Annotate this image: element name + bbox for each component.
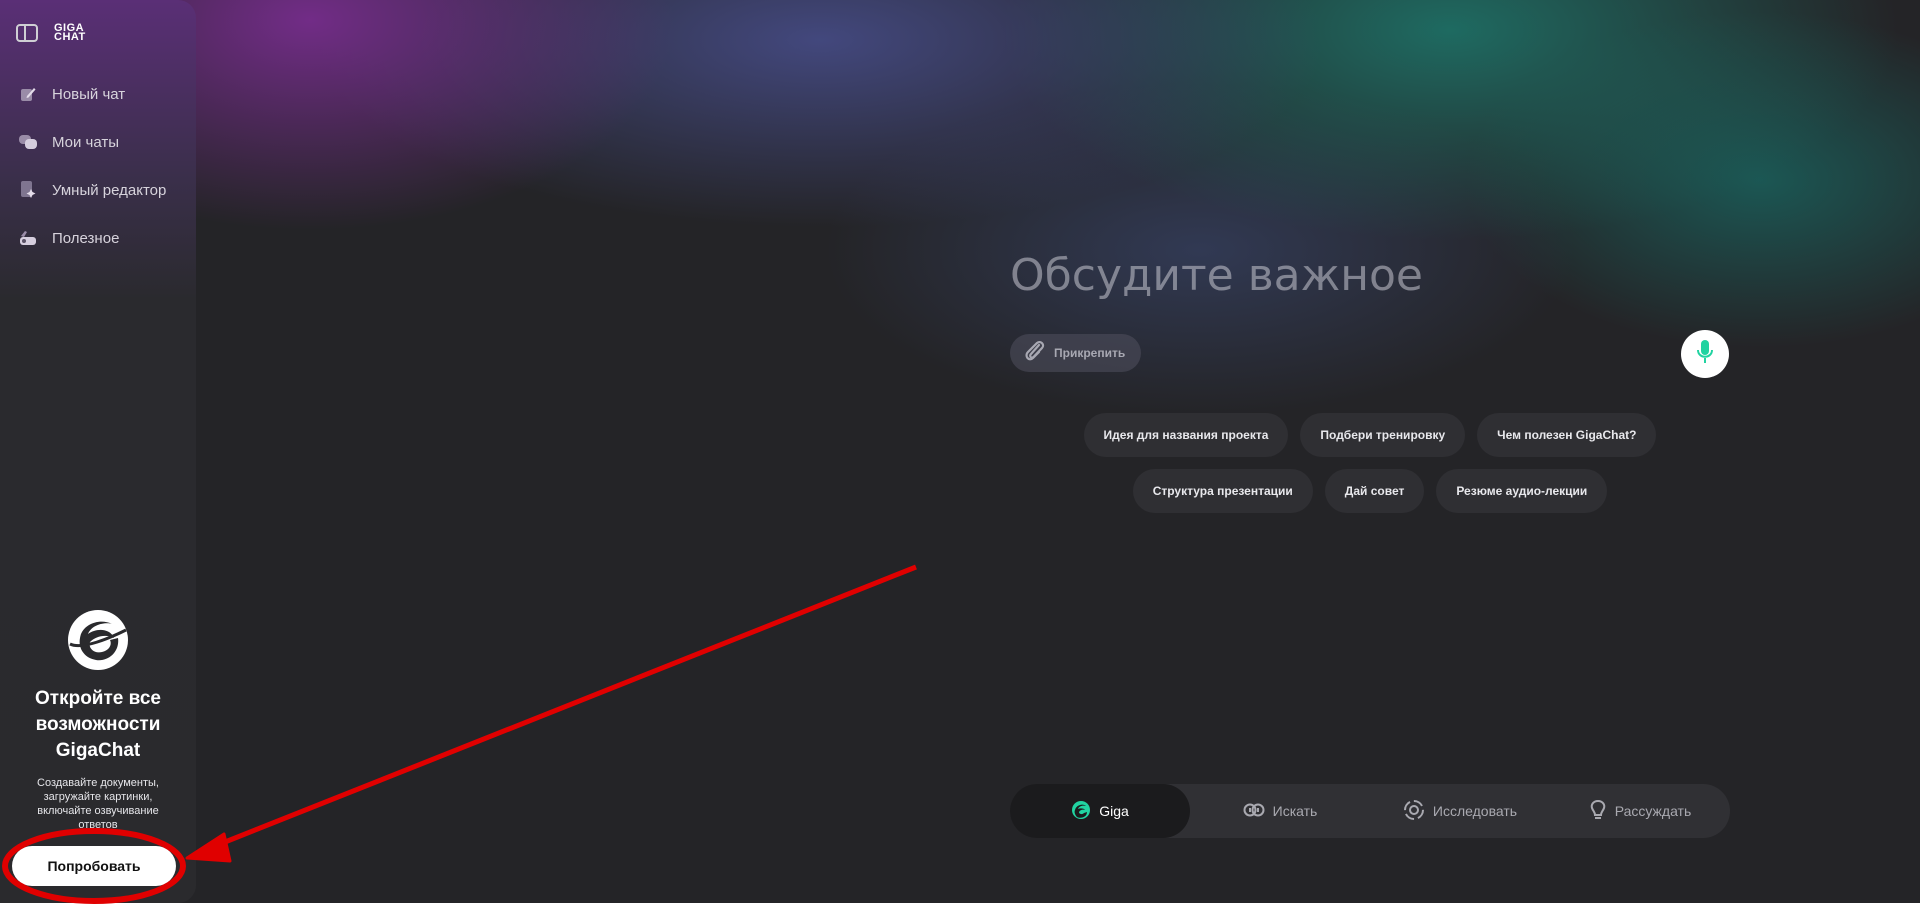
suggestion-row: Структура презентации Дай совет Резюме а… bbox=[1010, 469, 1730, 513]
suggestion-chip[interactable]: Дай совет bbox=[1324, 469, 1425, 513]
sidebar-item-label: Умный редактор bbox=[52, 181, 167, 199]
mode-search[interactable]: Искать bbox=[1190, 784, 1370, 838]
mode-label: Рассуждать bbox=[1614, 803, 1692, 819]
sidebar-item-label: Полезное bbox=[52, 229, 120, 247]
voice-input-button[interactable] bbox=[1681, 330, 1729, 378]
mode-research[interactable]: Исследовать bbox=[1370, 784, 1550, 838]
research-icon bbox=[1403, 799, 1425, 824]
suggestion-chip[interactable]: Подбери тренировку bbox=[1300, 413, 1466, 457]
lightbulb-icon bbox=[1589, 799, 1607, 824]
suggestion-chip[interactable]: Резюме аудио-лекции bbox=[1436, 469, 1608, 513]
chats-icon bbox=[18, 132, 38, 152]
promo-title: Откройте все возможности GigaChat bbox=[35, 688, 161, 761]
try-button[interactable]: Попробовать bbox=[12, 846, 176, 886]
sidebar-item-label: Новый чат bbox=[52, 85, 126, 103]
mode-label: Исследовать bbox=[1432, 803, 1518, 819]
suggestion-row: Идея для названия проекта Подбери тренир… bbox=[1010, 413, 1730, 457]
mode-label: Искать bbox=[1272, 803, 1318, 819]
toggle-sidebar-icon[interactable] bbox=[16, 24, 38, 42]
smart-editor-icon bbox=[18, 180, 38, 200]
mode-reason[interactable]: Рассуждать bbox=[1550, 784, 1730, 838]
sidebar-item-useful[interactable]: Полезное bbox=[18, 214, 166, 262]
suggestion-chip[interactable]: Структура презентации bbox=[1132, 469, 1313, 513]
suggestion-chips: Идея для названия проекта Подбери тренир… bbox=[1010, 413, 1730, 525]
search-icon bbox=[1243, 800, 1265, 823]
paperclip-icon bbox=[1024, 339, 1046, 368]
mode-giga[interactable]: Giga bbox=[1010, 784, 1190, 838]
edit-icon bbox=[18, 84, 38, 104]
suggestion-chip[interactable]: Чем полезен GigaChat? bbox=[1477, 413, 1657, 457]
toolbox-icon bbox=[18, 228, 38, 248]
sidebar-item-label: Мои чаты bbox=[52, 133, 120, 151]
mode-switcher: Giga Искать Исследовать Рассуждать bbox=[1010, 784, 1730, 838]
promo-description: Создавайте документы, загружайте картинк… bbox=[37, 777, 159, 831]
prompt-input[interactable]: Обсудите важное bbox=[1010, 250, 1423, 301]
suggestion-chip[interactable]: Идея для названия проекта bbox=[1083, 413, 1289, 457]
mode-label: Giga bbox=[1099, 803, 1129, 819]
sidebar-nav: Новый чат Мои чаты Умный редактор Полезн… bbox=[18, 70, 166, 262]
sidebar-item-smart-editor[interactable]: Умный редактор bbox=[18, 166, 166, 214]
gigachat-logo[interactable]: GIGA CHAT bbox=[54, 23, 102, 43]
sidebar-header: GIGA CHAT bbox=[16, 23, 102, 43]
gigachat-emblem-icon bbox=[66, 608, 130, 672]
microphone-icon bbox=[1695, 339, 1715, 370]
app-window: GIGA CHAT Новый чат Мои чаты Умный редак… bbox=[0, 0, 1920, 903]
giga-logo-icon bbox=[1071, 800, 1091, 823]
sidebar-item-my-chats[interactable]: Мои чаты bbox=[18, 118, 166, 166]
upgrade-promo: Откройте все возможности GigaChat Создав… bbox=[0, 608, 196, 886]
sidebar: GIGA CHAT Новый чат Мои чаты Умный редак… bbox=[0, 0, 196, 903]
sidebar-item-new-chat[interactable]: Новый чат bbox=[18, 70, 166, 118]
attach-button[interactable]: Прикрепить bbox=[1010, 334, 1142, 372]
attach-label: Прикрепить bbox=[1054, 346, 1126, 360]
